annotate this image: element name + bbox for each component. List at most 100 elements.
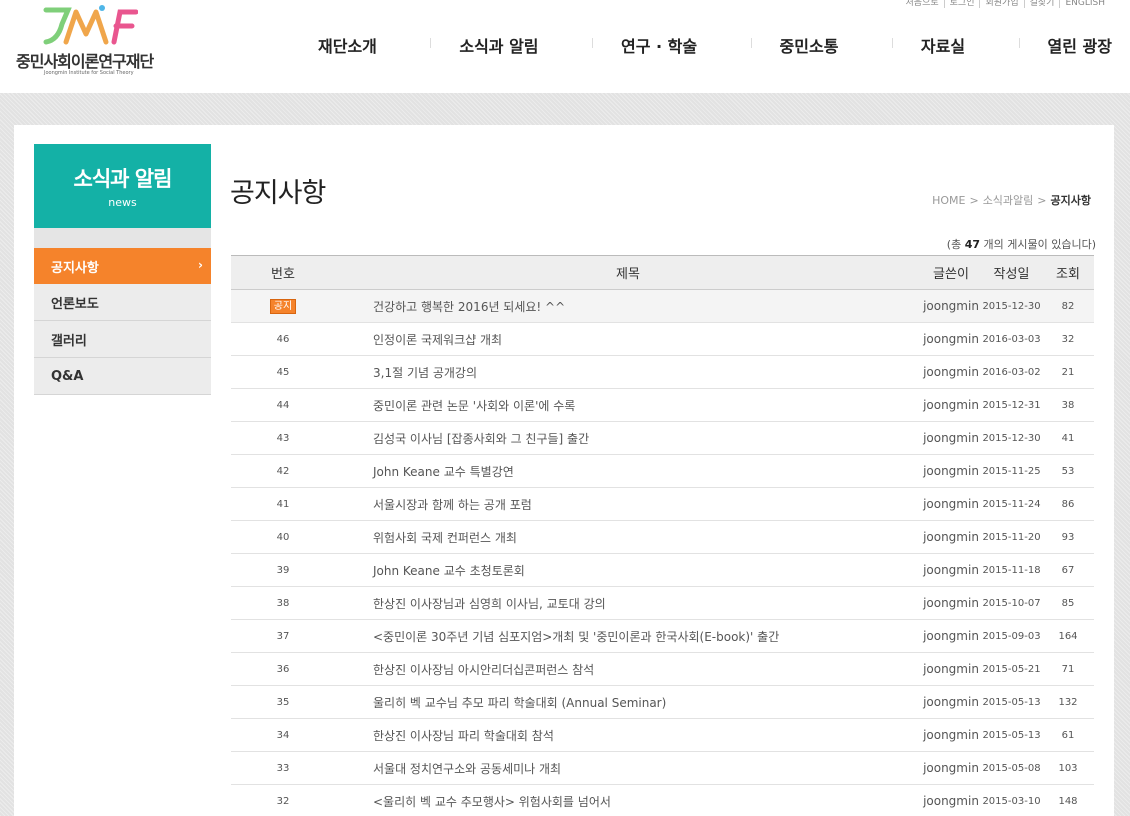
sidebar-header: 소식과 알림 news — [34, 144, 211, 228]
row-number: 40 — [231, 520, 335, 554]
row-title-link[interactable]: 서울시장과 함께 하는 공개 포럼 — [335, 487, 921, 521]
chevron-right-icon: > — [1037, 193, 1047, 207]
table-row[interactable]: 46 인정이론 국제워크샵 개최 joongmin 2016-03-03 32 — [231, 322, 1094, 356]
breadcrumb-news[interactable]: 소식과알림 — [983, 192, 1034, 208]
col-header-date: 작성일 — [981, 255, 1042, 290]
logo-mark-icon — [43, 5, 138, 45]
row-number: 공지 — [231, 289, 335, 323]
util-english-link[interactable]: ENGLISH — [1059, 0, 1110, 8]
row-hits: 67 — [1042, 553, 1094, 587]
util-join-link[interactable]: 회원가입 — [979, 0, 1023, 8]
row-title-link[interactable]: John Keane 교수 초청토론회 — [335, 553, 921, 587]
row-title-link[interactable]: <중민이론 30주년 기념 심포지엄>개최 및 '중민이론과 한국사회(E-bo… — [335, 619, 921, 653]
row-writer: joongmin — [921, 784, 981, 816]
page-title: 공지사항 — [230, 178, 326, 209]
table-row[interactable]: 32 <울리히 벡 교수 추모행사> 위험사회를 넘어서 joongmin 2015-… — [231, 784, 1094, 816]
util-login-link[interactable]: 로그인 — [943, 0, 980, 8]
nav-open-forum[interactable]: 열린 광장 — [1018, 33, 1120, 57]
post-count-number: 47 — [964, 238, 981, 251]
table-row[interactable]: 36 한상진 이사장님 아시안리더십콘퍼런스 참석 joongmin 2015-05-… — [231, 652, 1094, 686]
row-title-link[interactable]: 3,1절 기념 공개강의 — [335, 355, 921, 389]
table-row[interactable]: 39 John Keane 교수 초청토론회 joongmin 2015-11-18 6… — [231, 553, 1094, 587]
sidebar-item-gallery[interactable]: 갤러리 — [34, 321, 211, 358]
nav-archive[interactable]: 자료실 — [891, 33, 993, 57]
sidebar-item-qna[interactable]: Q&A — [34, 358, 211, 395]
nav-foundation[interactable]: 재단소개 — [290, 33, 405, 57]
row-number: 41 — [231, 487, 335, 521]
row-title-link[interactable]: <울리히 벡 교수 추모행사> 위험사회를 넘어서 — [335, 784, 921, 816]
row-hits: 53 — [1042, 454, 1094, 488]
util-directions-link[interactable]: 길찾기 — [1023, 0, 1060, 8]
site-header: 중민사회이론연구재단 Joongmin Institute for Social… — [0, 0, 1130, 93]
row-title-link[interactable]: 중민이론 관련 논문 '사회와 이론'에 수록 — [335, 388, 921, 422]
row-title-link[interactable]: 김성국 이사님 [잡종사회와 그 친구들] 출간 — [335, 421, 921, 455]
table-header-row: 번호 제목 글쓴이 작성일 조회 — [231, 255, 1094, 290]
logo-subtitle: Joongmin Institute for Social Theory — [44, 70, 134, 76]
sidebar-item-label: 갤러리 — [51, 333, 87, 349]
row-number: 42 — [231, 454, 335, 488]
table-row[interactable]: 공지 건강하고 행복한 2016년 되세요! ^^ joongmin 2015-12-… — [231, 289, 1094, 323]
row-title-link[interactable]: 위험사회 국제 컨퍼런스 개최 — [335, 520, 921, 554]
row-date: 2015-09-03 — [981, 619, 1042, 653]
breadcrumb-home[interactable]: HOME — [932, 194, 965, 207]
row-title-link[interactable]: 건강하고 행복한 2016년 되세요! ^^ — [335, 289, 921, 323]
row-title-link[interactable]: 서울대 정치연구소와 공동세미나 개최 — [335, 751, 921, 785]
row-number: 38 — [231, 586, 335, 620]
table-row[interactable]: 38 한상진 이사장님과 심영희 이사님, 교토대 강의 joongmin 2015-… — [231, 586, 1094, 620]
row-number: 46 — [231, 322, 335, 356]
row-number: 33 — [231, 751, 335, 785]
sidebar-item-press[interactable]: 언론보도 — [34, 284, 211, 321]
nav-research[interactable]: 연구 · 학술 — [591, 33, 725, 57]
row-date: 2015-11-20 — [981, 520, 1042, 554]
table-row[interactable]: 43 김성국 이사님 [잡종사회와 그 친구들] 출간 joongmin 2015-1… — [231, 421, 1094, 455]
logo-name: 중민사회이론연구재단 — [16, 52, 154, 71]
table-row[interactable]: 42 John Keane 교수 특별강연 joongmin 2015-11-25 53 — [231, 454, 1094, 488]
row-hits: 93 — [1042, 520, 1094, 554]
table-row[interactable]: 40 위험사회 국제 컨퍼런스 개최 joongmin 2015-11-20 93 — [231, 520, 1094, 554]
breadcrumb-current: 공지사항 — [1050, 194, 1091, 207]
table-row[interactable]: 34 한상진 이사장님 파리 학술대회 참석 joongmin 2015-05-13 6… — [231, 718, 1094, 752]
chevron-right-icon: › — [198, 258, 203, 272]
row-date: 2015-11-25 — [981, 454, 1042, 488]
row-hits: 103 — [1042, 751, 1094, 785]
notice-badge: 공지 — [269, 298, 297, 314]
table-row[interactable]: 37 <중민이론 30주년 기념 심포지엄>개최 및 '중민이론과 한국사회(E-… — [231, 619, 1094, 653]
row-writer: joongmin — [921, 751, 981, 785]
sidebar-subtitle: news — [108, 196, 137, 209]
row-title-link[interactable]: John Keane 교수 특별강연 — [335, 454, 921, 488]
post-count-prefix: (총 — [946, 238, 962, 251]
row-title-link[interactable]: 한상진 이사장님 아시안리더십콘퍼런스 참석 — [335, 652, 921, 686]
site-logo[interactable]: 중민사회이론연구재단 Joongmin Institute for Social… — [14, 4, 164, 80]
row-hits: 41 — [1042, 421, 1094, 455]
row-date: 2016-03-03 — [981, 322, 1042, 356]
table-row[interactable]: 41 서울시장과 함께 하는 공개 포럼 joongmin 2015-11-24 86 — [231, 487, 1094, 521]
sidebar-item-label: Q&A — [51, 368, 84, 384]
row-date: 2015-03-10 — [981, 784, 1042, 816]
row-date: 2015-11-24 — [981, 487, 1042, 521]
row-title-link[interactable]: 한상진 이사장님 파리 학술대회 참석 — [335, 718, 921, 752]
row-writer: joongmin — [921, 652, 981, 686]
table-row[interactable]: 33 서울대 정치연구소와 공동세미나 개최 joongmin 2015-05-08 1… — [231, 751, 1094, 785]
row-writer: joongmin — [921, 289, 981, 323]
table-row[interactable]: 45 3,1절 기념 공개강의 joongmin 2016-03-02 21 — [231, 355, 1094, 389]
nav-news[interactable]: 소식과 알림 — [430, 33, 566, 57]
table-row[interactable]: 44 중민이론 관련 논문 '사회와 이론'에 수록 joongmin 2015-12… — [231, 388, 1094, 422]
sidebar-item-notices[interactable]: 공지사항 › — [34, 248, 211, 284]
row-hits: 61 — [1042, 718, 1094, 752]
content-wrapper: 소식과 알림 news 공지사항 › 언론보도 갤러리 Q&A 공지사항 HOM… — [14, 125, 1114, 816]
row-date: 2016-03-02 — [981, 355, 1042, 389]
row-date: 2015-12-30 — [981, 289, 1042, 323]
row-writer: joongmin — [921, 487, 981, 521]
table-body: 공지 건강하고 행복한 2016년 되세요! ^^ joongmin 2015-12-… — [231, 289, 1094, 816]
util-home-link[interactable]: 처음으로 — [901, 0, 944, 8]
row-writer: joongmin — [921, 454, 981, 488]
nav-communication[interactable]: 중민소통 — [750, 33, 867, 57]
table-row[interactable]: 35 울리히 벡 교수님 추모 파리 학술대회 (Annual Seminar) j… — [231, 685, 1094, 719]
row-writer: joongmin — [921, 553, 981, 587]
row-title-link[interactable]: 한상진 이사장님과 심영희 이사님, 교토대 강의 — [335, 586, 921, 620]
row-title-link[interactable]: 인정이론 국제워크샵 개최 — [335, 322, 921, 356]
sidebar: 소식과 알림 news 공지사항 › 언론보도 갤러리 Q&A — [34, 144, 211, 395]
col-header-number: 번호 — [231, 255, 335, 290]
row-title-link[interactable]: 울리히 벡 교수님 추모 파리 학술대회 (Annual Seminar) — [335, 685, 921, 719]
col-header-writer: 글쓴이 — [921, 255, 981, 290]
